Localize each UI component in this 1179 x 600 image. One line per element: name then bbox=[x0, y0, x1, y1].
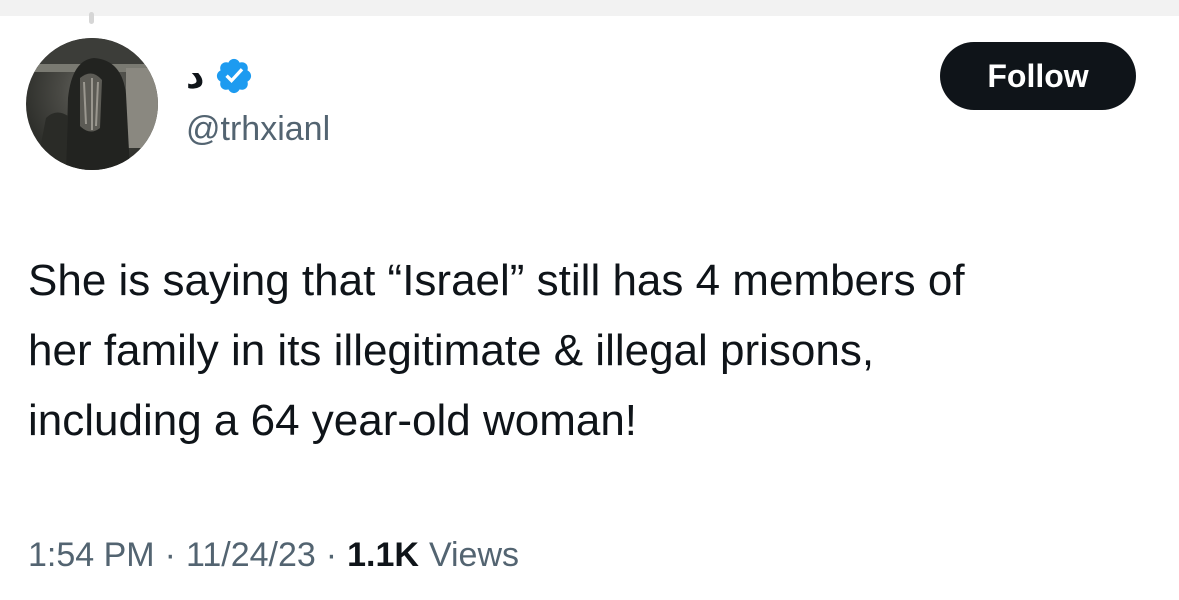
tweet-meta: 1:54 PM · 11/24/23 · 1.1K Views bbox=[28, 530, 519, 580]
meta-separator: · bbox=[164, 535, 176, 574]
tweet-header: د @trhxianl Follow bbox=[26, 38, 1136, 170]
tweet-time[interactable]: 1:54 PM bbox=[28, 536, 155, 575]
views-count[interactable]: 1.1K bbox=[347, 536, 419, 575]
follow-button[interactable]: Follow bbox=[940, 42, 1136, 110]
verified-badge-icon bbox=[217, 58, 252, 94]
tweet-date[interactable]: 11/24/23 bbox=[186, 536, 316, 575]
top-edge-strip bbox=[0, 0, 1179, 24]
author-handle[interactable]: @trhxianl bbox=[186, 110, 330, 149]
avatar-image bbox=[26, 38, 158, 170]
tweet-text: She is saying that “Israel” still has 4 … bbox=[28, 256, 965, 445]
views-label: Views bbox=[428, 535, 520, 574]
meta-separator: · bbox=[325, 535, 338, 574]
avatar[interactable] bbox=[26, 38, 158, 170]
author-name-row: د bbox=[186, 54, 254, 98]
scroll-handle bbox=[89, 12, 94, 24]
display-name[interactable]: د bbox=[186, 56, 204, 97]
